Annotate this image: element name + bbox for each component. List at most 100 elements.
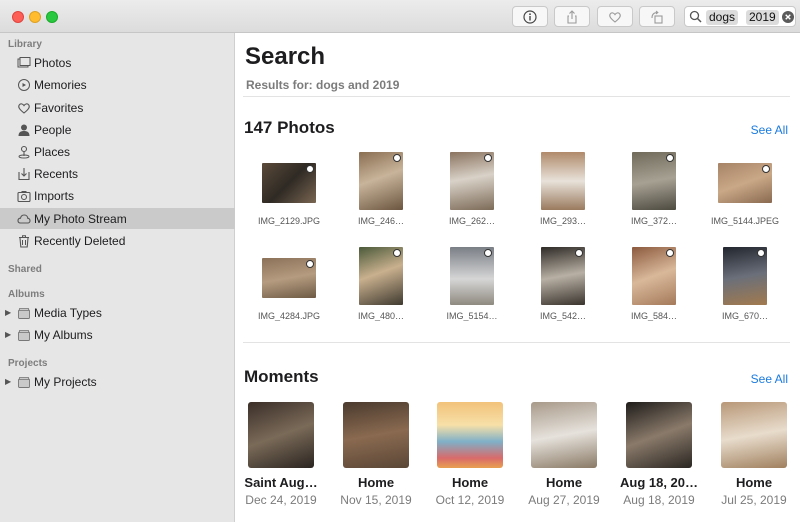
photo-caption: IMG_670…	[721, 311, 769, 321]
sidebar-item-label: Places	[34, 144, 71, 159]
person-icon	[16, 122, 31, 137]
photos-section-title: 147 Photos	[244, 118, 335, 137]
live-photo-icon	[757, 249, 765, 257]
moments-see-all-link[interactable]: See All	[751, 372, 788, 386]
moments-section-title: Moments	[244, 367, 319, 386]
moment-image	[626, 402, 692, 468]
photo-image	[723, 247, 767, 305]
photo-caption: IMG_5144.JPEG	[710, 216, 780, 226]
trash-icon	[16, 233, 31, 248]
photo-caption: IMG_293…	[539, 216, 587, 226]
moment-image	[343, 402, 409, 468]
folder-icon	[16, 374, 31, 389]
photo-thumbnail[interactable]: IMG_293…	[518, 152, 608, 232]
photo-thumbnail[interactable]: IMG_584…	[609, 247, 699, 327]
photo-caption: IMG_4284.JPG	[257, 311, 321, 321]
camera-icon	[16, 188, 31, 203]
sidebar-item-label: Favorites	[34, 100, 84, 115]
rotate-button[interactable]	[639, 6, 675, 27]
moment-title: Aug 18, 20…	[619, 475, 699, 490]
moment-title: Home	[735, 475, 773, 490]
close-window-button[interactable]	[12, 11, 24, 23]
sidebar-item-favorites[interactable]: Favorites	[0, 97, 235, 118]
share-icon	[567, 9, 577, 24]
live-photo-icon	[666, 154, 674, 162]
photo-image	[541, 247, 585, 305]
photo-image	[632, 152, 676, 210]
title-bar: dogs 2019	[0, 0, 800, 33]
live-photo-icon	[306, 260, 314, 268]
search-token[interactable]: 2019	[746, 10, 779, 25]
moment-tile[interactable]: Saint Aug… Dec 24, 2019	[236, 402, 326, 512]
info-icon	[523, 9, 537, 24]
live-photo-icon	[484, 249, 492, 257]
zoom-window-button[interactable]	[46, 11, 58, 23]
sidebar-item-label: Photos	[34, 55, 72, 70]
sidebar-item-label: Recently Deleted	[34, 233, 126, 248]
photo-image	[450, 152, 494, 210]
search-icon	[689, 10, 702, 23]
moment-tile[interactable]: Home Nov 15, 2019	[331, 402, 421, 512]
photo-thumbnail[interactable]: IMG_246…	[336, 152, 426, 232]
live-photo-icon	[484, 154, 492, 162]
sidebar-item-recents[interactable]: Recents	[0, 163, 235, 184]
rotate-icon	[651, 10, 663, 24]
albums-header: Albums	[8, 289, 45, 300]
moment-image	[721, 402, 787, 468]
photo-thumbnail[interactable]: IMG_2129.JPG	[244, 152, 334, 232]
moment-title: Saint Aug…	[244, 475, 318, 490]
photo-thumbnail[interactable]: IMG_4284.JPG	[244, 247, 334, 327]
photo-image	[262, 258, 316, 298]
favorite-button[interactable]	[597, 6, 633, 27]
sidebar-item-label: My Albums	[34, 327, 93, 342]
photo-thumbnail[interactable]: IMG_670…	[700, 247, 790, 327]
moment-date: Oct 12, 2019	[435, 493, 505, 507]
share-button[interactable]	[554, 6, 590, 27]
disclosure-triangle-icon[interactable]: ▶	[5, 330, 11, 339]
search-field[interactable]: dogs 2019	[684, 6, 796, 27]
sidebar-item-photos[interactable]: Photos	[0, 52, 235, 73]
minimize-window-button[interactable]	[29, 11, 41, 23]
moment-tile[interactable]: Aug 18, 20… Aug 18, 2019	[614, 402, 704, 512]
photo-image	[718, 163, 772, 203]
photo-caption: IMG_372…	[630, 216, 678, 226]
library-header: Library	[8, 39, 42, 50]
photo-thumbnail[interactable]: IMG_480…	[336, 247, 426, 327]
moment-tile[interactable]: Home Jul 25, 2019	[709, 402, 799, 512]
photo-thumbnail[interactable]: IMG_372…	[609, 152, 699, 232]
heart-icon	[16, 100, 31, 115]
sidebar-item-label: My Photo Stream	[34, 211, 127, 226]
photo-image	[541, 152, 585, 210]
moment-tile[interactable]: Home Oct 12, 2019	[425, 402, 515, 512]
photo-image	[262, 163, 316, 203]
disclosure-triangle-icon[interactable]: ▶	[5, 377, 11, 386]
photo-thumbnail[interactable]: IMG_5154…	[427, 247, 517, 327]
shared-header: Shared	[8, 264, 42, 275]
sidebar: Library Photos Memories Favorites People…	[0, 33, 235, 522]
photo-thumbnail[interactable]: IMG_542…	[518, 247, 608, 327]
sidebar-item-media-types[interactable]: ▶ Media Types	[0, 302, 235, 323]
sidebar-item-memories[interactable]: Memories	[0, 74, 235, 95]
photo-thumbnail[interactable]: IMG_262…	[427, 152, 517, 232]
photo-thumbnail[interactable]: IMG_5144.JPEG	[700, 152, 790, 232]
info-button[interactable]	[512, 6, 548, 27]
clear-search-icon[interactable]	[782, 11, 794, 23]
sidebar-item-places[interactable]: Places	[0, 141, 235, 162]
moment-date: Jul 25, 2019	[721, 493, 787, 507]
divider	[243, 96, 790, 97]
live-photo-icon	[393, 249, 401, 257]
sidebar-item-imports[interactable]: Imports	[0, 185, 235, 206]
sidebar-item-people[interactable]: People	[0, 119, 235, 140]
divider	[243, 342, 790, 343]
search-token[interactable]: dogs	[706, 10, 739, 25]
sidebar-item-my-albums[interactable]: ▶ My Albums	[0, 324, 235, 345]
photos-see-all-link[interactable]: See All	[751, 123, 788, 137]
disclosure-triangle-icon[interactable]: ▶	[5, 308, 11, 317]
photo-image	[632, 247, 676, 305]
sidebar-item-my-photo-stream[interactable]: My Photo Stream	[0, 208, 235, 229]
sidebar-item-recently-deleted[interactable]: Recently Deleted	[0, 230, 235, 251]
sidebar-item-my-projects[interactable]: ▶ My Projects	[0, 371, 235, 392]
moment-tile[interactable]: Home Aug 27, 2019	[519, 402, 609, 512]
moment-date: Nov 15, 2019	[340, 493, 412, 507]
moment-image	[531, 402, 597, 468]
